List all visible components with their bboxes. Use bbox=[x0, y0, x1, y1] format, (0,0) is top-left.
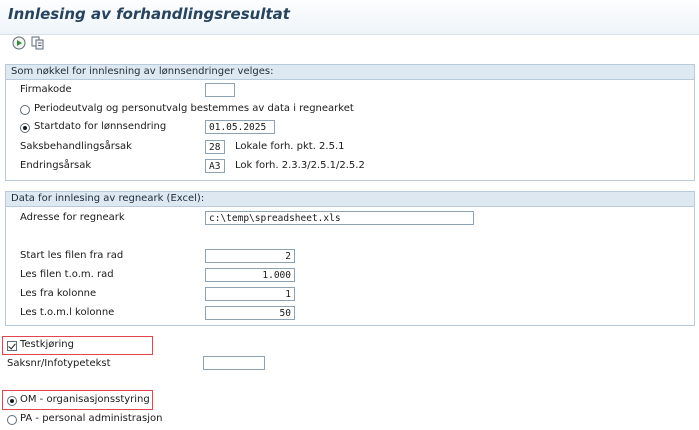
address-label: Adresse for regneark bbox=[20, 212, 125, 223]
saksnr-input[interactable] bbox=[203, 356, 265, 370]
radio-startdate-label: Startdato for lønnsendring bbox=[34, 121, 167, 132]
endr-input[interactable]: A3 bbox=[205, 159, 225, 173]
radio-om-label: OM - organisasjonsstyring bbox=[20, 394, 150, 405]
saksnr-label: Saksnr/Infotypetekst bbox=[7, 358, 111, 369]
end-row-label: Les filen t.o.m. rad bbox=[20, 269, 114, 280]
radio-om[interactable] bbox=[7, 396, 17, 406]
excel-data-group: Data for innlesing av regneark (Excel): … bbox=[5, 191, 695, 326]
application-toolbar bbox=[0, 34, 699, 54]
firmakode-label: Firmakode bbox=[20, 84, 72, 95]
from-col-input[interactable]: 1 bbox=[205, 287, 295, 301]
radio-period-selection[interactable] bbox=[20, 105, 30, 115]
execute-icon[interactable] bbox=[12, 36, 28, 52]
end-row-input[interactable]: 1.000 bbox=[205, 268, 295, 282]
key-selection-group-body: Firmakode Periodeutvalg og personutvalg … bbox=[6, 80, 694, 180]
get-variant-icon[interactable] bbox=[31, 36, 47, 52]
excel-data-group-title: Data for innlesing av regneark (Excel): bbox=[6, 192, 694, 207]
endr-description: Lok forh. 2.3.3/2.5.1/2.5.2 bbox=[235, 160, 365, 171]
address-input[interactable]: c:\temp\spreadsheet.xls bbox=[205, 211, 474, 225]
radio-startdate[interactable] bbox=[20, 123, 30, 133]
page-title: Innlesing av forhandlingsresultat bbox=[8, 5, 290, 23]
key-selection-group-title: Som nøkkel for innlesning av lønnsendrin… bbox=[6, 65, 694, 80]
saks-label: Saksbehandlingsårsak bbox=[20, 141, 132, 152]
title-bar: Innlesing av forhandlingsresultat bbox=[0, 0, 699, 35]
from-col-label: Les fra kolonne bbox=[20, 288, 97, 299]
to-col-input[interactable]: 50 bbox=[205, 306, 295, 320]
startdate-input[interactable]: 01.05.2025 bbox=[205, 120, 275, 134]
saks-input[interactable]: 28 bbox=[205, 140, 225, 154]
radio-period-label: Periodeutvalg og personutvalg bestemmes … bbox=[34, 103, 354, 114]
testrun-checkbox[interactable] bbox=[7, 341, 17, 351]
radio-pa-label: PA - personal administrasjon bbox=[20, 413, 163, 424]
to-col-label: Les t.o.m.l kolonne bbox=[20, 307, 115, 318]
testrun-label: Testkjøring bbox=[20, 339, 74, 350]
saks-description: Lokale forh. pkt. 2.5.1 bbox=[235, 141, 345, 152]
radio-pa[interactable] bbox=[7, 415, 17, 425]
endr-label: Endringsårsak bbox=[20, 160, 92, 171]
firmakode-input[interactable] bbox=[205, 83, 235, 97]
excel-data-group-body: Adresse for regneark c:\temp\spreadsheet… bbox=[6, 207, 694, 325]
start-row-label: Start les filen fra rad bbox=[20, 250, 124, 261]
key-selection-group: Som nøkkel for innlesning av lønnsendrin… bbox=[5, 64, 695, 181]
start-row-input[interactable]: 2 bbox=[205, 249, 295, 263]
